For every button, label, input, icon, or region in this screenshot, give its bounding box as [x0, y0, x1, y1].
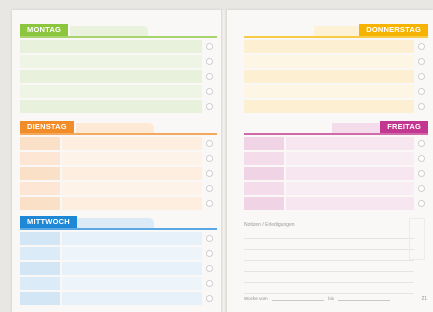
note-line[interactable]: [244, 282, 414, 283]
row-list: [20, 40, 217, 115]
day-rule: [244, 36, 428, 38]
checkbox-circle[interactable]: [206, 265, 213, 272]
note-line[interactable]: [244, 293, 414, 294]
week-from-field[interactable]: [271, 300, 324, 301]
checkbox-circle[interactable]: [206, 295, 213, 302]
day-tab-dienstag[interactable]: DIENSTAG: [20, 121, 74, 133]
task-row[interactable]: [20, 137, 217, 150]
checkbox-circle[interactable]: [206, 58, 213, 65]
task-row[interactable]: [244, 55, 428, 68]
row-list: [244, 40, 428, 115]
task-row[interactable]: [20, 262, 217, 275]
week-from-label: Woche vom: [244, 296, 268, 301]
checkbox-circle[interactable]: [206, 200, 213, 207]
tab-shadow: [76, 123, 154, 133]
task-row[interactable]: [244, 167, 428, 180]
checkbox-circle[interactable]: [418, 103, 425, 110]
checkbox-circle[interactable]: [206, 88, 213, 95]
task-row[interactable]: [20, 182, 217, 195]
task-row[interactable]: [244, 152, 428, 165]
row-list: [20, 232, 217, 307]
checkbox-circle[interactable]: [206, 103, 213, 110]
day-rule: [20, 133, 217, 135]
checkbox-circle[interactable]: [206, 185, 213, 192]
day-tab-donnerstag[interactable]: DONNERSTAG: [359, 24, 428, 36]
checkbox-circle[interactable]: [206, 155, 213, 162]
checkbox-circle[interactable]: [418, 155, 425, 162]
book-spine: [221, 10, 227, 312]
task-row[interactable]: [20, 40, 217, 53]
task-row[interactable]: [20, 55, 217, 68]
task-row[interactable]: [20, 232, 217, 245]
task-row[interactable]: [20, 152, 217, 165]
checkbox-circle[interactable]: [418, 88, 425, 95]
note-line[interactable]: [244, 271, 414, 272]
task-row[interactable]: [244, 70, 428, 83]
planner-spread: MONTAG DIENSTAG MITTWOCH DONNERSTAG FREI…: [0, 0, 433, 312]
task-row[interactable]: [244, 85, 428, 98]
week-to-field[interactable]: [338, 300, 391, 301]
task-row[interactable]: [244, 182, 428, 195]
week-to-label: bis: [328, 296, 334, 301]
task-row[interactable]: [20, 70, 217, 83]
task-row[interactable]: [244, 197, 428, 210]
day-rule: [20, 36, 217, 38]
checkbox-circle[interactable]: [206, 140, 213, 147]
checkbox-circle[interactable]: [206, 73, 213, 80]
checkbox-circle[interactable]: [206, 250, 213, 257]
week-footer: Woche vom bis: [244, 296, 393, 301]
notes-section: Notizen / Erledigungen: [244, 222, 414, 294]
row-list: [20, 137, 217, 212]
checkbox-circle[interactable]: [206, 43, 213, 50]
checkbox-circle[interactable]: [418, 73, 425, 80]
note-line[interactable]: [244, 238, 414, 239]
checkbox-circle[interactable]: [418, 58, 425, 65]
checkbox-circle[interactable]: [418, 140, 425, 147]
checkbox-circle[interactable]: [418, 170, 425, 177]
task-row[interactable]: [20, 100, 217, 113]
checkbox-circle[interactable]: [206, 280, 213, 287]
day-rule: [244, 133, 428, 135]
checkbox-circle[interactable]: [206, 170, 213, 177]
checkbox-circle[interactable]: [418, 200, 425, 207]
checkbox-circle[interactable]: [418, 43, 425, 50]
day-tab-mittwoch[interactable]: MITTWOCH: [20, 216, 77, 228]
tab-shadow: [70, 26, 148, 36]
day-tab-montag[interactable]: MONTAG: [20, 24, 68, 36]
task-row[interactable]: [20, 292, 217, 305]
task-row[interactable]: [244, 137, 428, 150]
tab-shadow: [76, 218, 154, 228]
day-rule: [20, 228, 217, 230]
task-row[interactable]: [20, 277, 217, 290]
task-row[interactable]: [20, 197, 217, 210]
checkbox-circle[interactable]: [418, 185, 425, 192]
row-list: [244, 137, 428, 212]
notes-label: Notizen / Erledigungen: [244, 222, 295, 228]
checkbox-circle[interactable]: [206, 235, 213, 242]
note-line[interactable]: [244, 249, 414, 250]
day-tab-freitag[interactable]: FREITAG: [380, 121, 428, 133]
task-row[interactable]: [20, 247, 217, 260]
notes-grid-box: [409, 218, 425, 260]
note-line[interactable]: [244, 260, 414, 261]
task-row[interactable]: [20, 85, 217, 98]
page-number: 21: [421, 296, 427, 302]
task-row[interactable]: [244, 40, 428, 53]
task-row[interactable]: [244, 100, 428, 113]
task-row[interactable]: [20, 167, 217, 180]
